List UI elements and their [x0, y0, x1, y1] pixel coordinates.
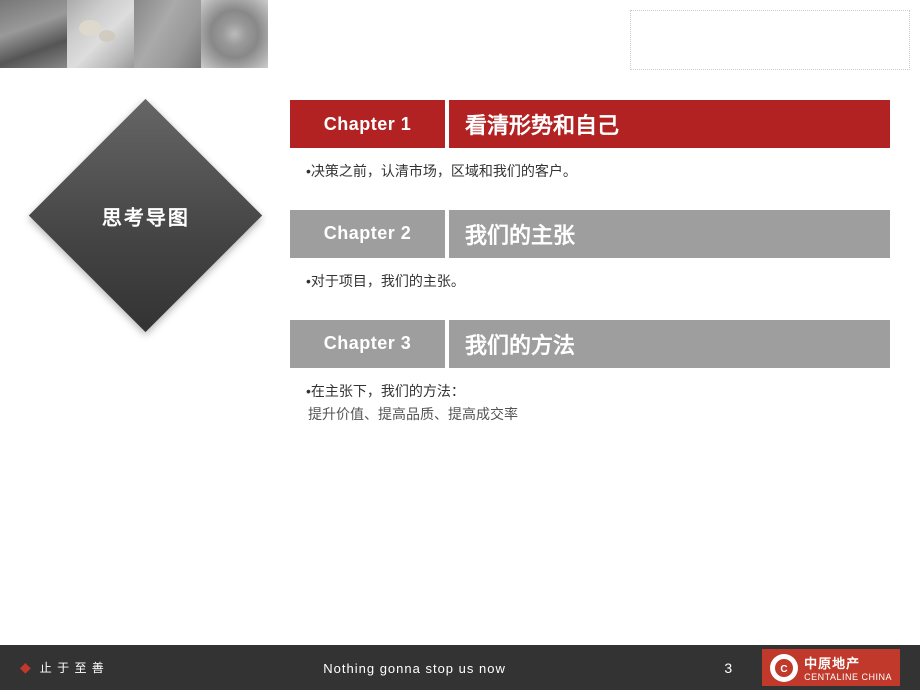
chapter-3-description: •在主张下，我们的方法： 提升价值、提高品质、提高成交率 [290, 368, 890, 446]
top-image-3 [134, 0, 201, 68]
chapter-2-desc-text: •对于项目，我们的主张。 [306, 273, 465, 289]
logo-icon: C [770, 654, 798, 682]
bottom-logo-section: C 中原地产 CENTALINE CHINA [762, 649, 900, 686]
bottom-left-motto-zh: 止 于 至 善 [40, 659, 105, 676]
chapter-1-description: •决策之前，认清市场，区域和我们的客户。 [290, 148, 890, 202]
diamond-container: 思考导图 [30, 100, 260, 330]
chapter-2-description: •对于项目，我们的主张。 [290, 258, 890, 312]
logo-sub-text: CENTALINE CHINA [804, 672, 892, 682]
top-image-2 [67, 0, 134, 68]
chapter-1-desc-text: •决策之前，认清市场，区域和我们的客户。 [306, 163, 577, 179]
chapter-2-title-box: 我们的主张 [449, 210, 890, 258]
svg-text:C: C [781, 664, 788, 675]
chapter-1-title-box: 看清形势和自己 [449, 100, 890, 148]
slide: 思考导图 Chapter 1 看清形势和自己 •决策之前，认清市场，区域和我们的… [0, 0, 920, 645]
bottom-center-section: Nothing gonna stop us now [105, 660, 725, 676]
top-image-1 [0, 0, 67, 68]
chapter-1-label: Chapter 1 [324, 114, 412, 135]
logo-name: 中原地产 [804, 653, 892, 672]
chapter-3-title-box: 我们的方法 [449, 320, 890, 368]
top-image-4 [201, 0, 268, 68]
bottom-page-number: 3 [724, 660, 732, 676]
chapter-1-header: Chapter 1 看清形势和自己 [290, 100, 890, 148]
chapter-3-desc-line2: 提升价值、提高品质、提高成交率 [306, 403, 874, 427]
diamond-shape: 思考导图 [28, 98, 261, 331]
diamond-label: 思考导图 [101, 201, 189, 230]
page-number-text: 3 [724, 660, 732, 676]
chapter-2-block: Chapter 2 我们的主张 •对于项目，我们的主张。 [290, 210, 890, 312]
bottom-motto-text: Nothing gonna stop us now [323, 661, 506, 676]
chapter-3-header: Chapter 3 我们的方法 [290, 320, 890, 368]
top-right-decoration [630, 10, 910, 70]
chapter-3-title: 我们的方法 [465, 328, 575, 360]
chapter-3-block: Chapter 3 我们的方法 •在主张下，我们的方法： 提升价值、提高品质、提… [290, 320, 890, 446]
chapter-3-desc-text: •在主张下，我们的方法： [306, 380, 874, 404]
bottom-bar: ◆ 止 于 至 善 Nothing gonna stop us now 3 C … [0, 645, 920, 690]
chapter-3-label: Chapter 3 [324, 333, 412, 354]
chapter-2-header: Chapter 2 我们的主张 [290, 210, 890, 258]
chapter-2-title: 我们的主张 [465, 218, 575, 250]
chapter-3-label-box: Chapter 3 [290, 320, 445, 368]
bottom-left-section: ◆ 止 于 至 善 [20, 659, 105, 676]
bottom-left-icon: ◆ [20, 659, 32, 676]
logo-svg: C [774, 658, 794, 678]
chapter-2-label: Chapter 2 [324, 223, 412, 244]
chapter-1-title: 看清形势和自己 [465, 108, 619, 140]
chapter-2-label-box: Chapter 2 [290, 210, 445, 258]
top-image-strip [0, 0, 270, 68]
chapter-1-label-box: Chapter 1 [290, 100, 445, 148]
chapter-1-block: Chapter 1 看清形势和自己 •决策之前，认清市场，区域和我们的客户。 [290, 100, 890, 202]
logo-text-group: 中原地产 CENTALINE CHINA [804, 653, 892, 682]
content-area: Chapter 1 看清形势和自己 •决策之前，认清市场，区域和我们的客户。 C… [290, 100, 890, 605]
